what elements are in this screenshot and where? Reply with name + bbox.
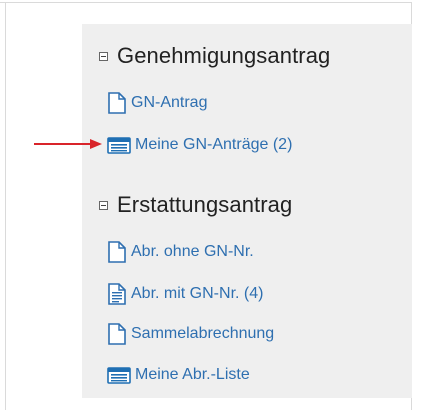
document-icon bbox=[107, 92, 127, 114]
nav-item-meine-abr-liste[interactable]: Meine Abr.-Liste bbox=[107, 364, 250, 386]
section-erstattungsantrag[interactable]: Erstattungsantrag bbox=[99, 191, 292, 219]
section-title: Genehmigungsantrag bbox=[117, 43, 331, 68]
document-icon bbox=[107, 241, 127, 263]
list-window-icon bbox=[107, 366, 131, 384]
red-arrow-annotation bbox=[34, 139, 102, 149]
collapse-toggle-icon[interactable] bbox=[99, 200, 108, 210]
nav-item-label[interactable]: Meine GN-Anträge (2) bbox=[135, 136, 292, 154]
nav-item-abr-ohne-gn-nr[interactable]: Abr. ohne GN-Nr. bbox=[107, 241, 254, 263]
frame-top-border bbox=[0, 2, 412, 3]
nav-item-label[interactable]: Sammelabrechnung bbox=[131, 325, 274, 343]
list-window-icon bbox=[107, 136, 131, 154]
section-genehmigungsantrag[interactable]: Genehmigungsantrag bbox=[99, 42, 330, 70]
nav-item-label[interactable]: GN-Antrag bbox=[131, 94, 207, 112]
document-lines-icon bbox=[107, 283, 127, 305]
nav-item-meine-gn-antraege[interactable]: Meine GN-Anträge (2) bbox=[107, 134, 292, 156]
nav-item-label[interactable]: Abr. mit GN-Nr. (4) bbox=[131, 285, 263, 303]
collapse-toggle-icon[interactable] bbox=[99, 51, 108, 61]
nav-item-label[interactable]: Meine Abr.-Liste bbox=[135, 366, 250, 384]
nav-item-gn-antrag[interactable]: GN-Antrag bbox=[107, 92, 207, 114]
nav-item-label[interactable]: Abr. ohne GN-Nr. bbox=[131, 243, 254, 261]
nav-item-sammelabrechnung[interactable]: Sammelabrechnung bbox=[107, 323, 274, 345]
frame-left-border bbox=[5, 3, 6, 410]
document-icon bbox=[107, 323, 127, 345]
section-title: Erstattungsantrag bbox=[117, 192, 293, 217]
nav-item-abr-mit-gn-nr[interactable]: Abr. mit GN-Nr. (4) bbox=[107, 283, 263, 305]
